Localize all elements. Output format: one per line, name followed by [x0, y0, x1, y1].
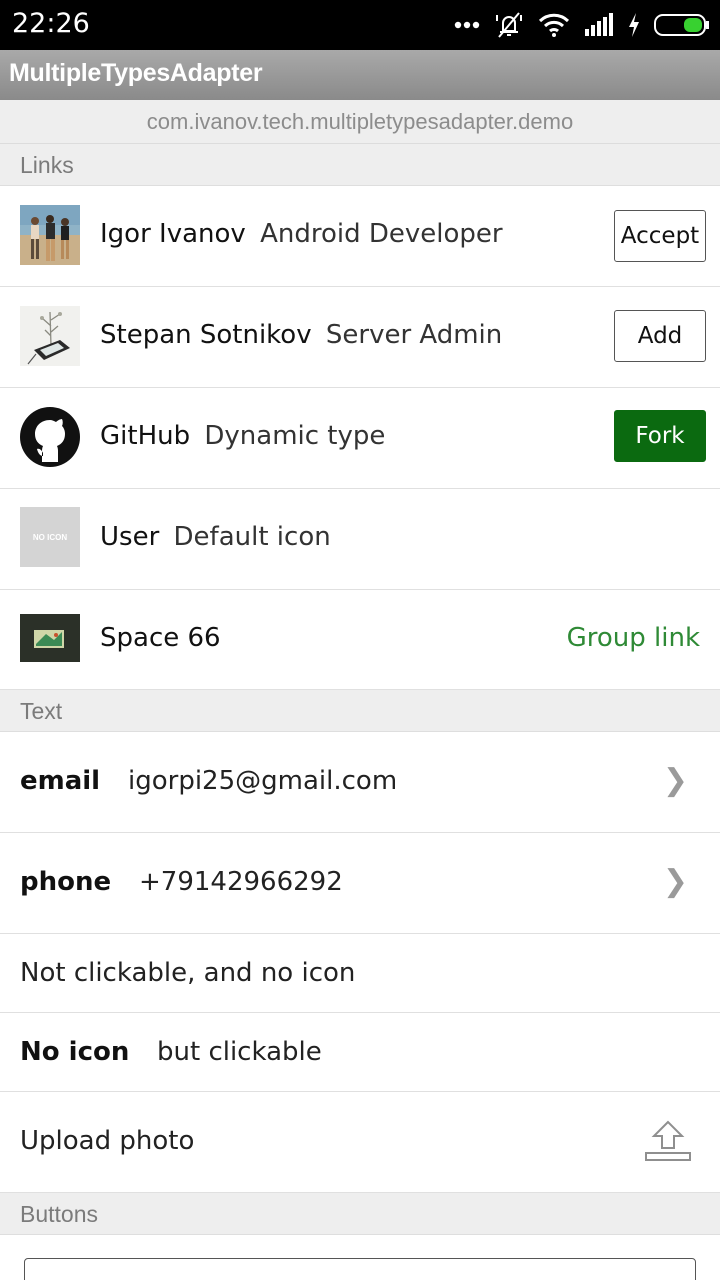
link-row-stepan[interactable]: Stepan Sotnikov Server Admin Add	[0, 287, 720, 388]
link-row-igor[interactable]: Igor Ivanov Android Developer Accept	[0, 186, 720, 287]
action-bar: MultipleTypesAdapter	[0, 50, 720, 100]
link-title: GitHub Dynamic type	[100, 421, 385, 451]
more-dots-icon	[454, 21, 480, 29]
github-icon	[20, 407, 80, 467]
link-title: Igor Ivanov Android Developer	[100, 219, 503, 249]
link-row-space66[interactable]: Space 66 Group link	[0, 590, 720, 690]
link-name: Igor Ivanov	[100, 219, 246, 249]
phone-value: +79142966292	[139, 867, 343, 897]
link-name: GitHub	[100, 421, 191, 451]
section-header-text: Text	[0, 690, 720, 732]
status-bar: 22:26	[0, 0, 720, 50]
phone-row[interactable]: phone +79142966292 ❯	[0, 833, 720, 934]
partial-button[interactable]	[24, 1258, 696, 1280]
status-time: 22:26	[12, 8, 90, 39]
package-name: com.ivanov.tech.multipletypesadapter.dem…	[146, 109, 574, 134]
chevron-right-icon: ❯	[662, 763, 688, 798]
upload-icon[interactable]	[644, 1120, 692, 1162]
photo-people-icon	[20, 205, 80, 265]
link-title: User Default icon	[100, 522, 331, 552]
accept-button[interactable]: Accept	[614, 210, 706, 262]
section-title: Links	[20, 152, 74, 178]
app-title: MultipleTypesAdapter	[9, 59, 263, 87]
status-icons	[454, 10, 710, 40]
link-title: Stepan Sotnikov Server Admin	[100, 320, 502, 350]
no-icon-label: NO ICON	[32, 532, 68, 542]
battery-icon	[654, 14, 709, 36]
link-name: Space 66	[100, 623, 221, 653]
link-title: Space 66	[100, 623, 221, 653]
photo-phone-icon	[20, 306, 80, 366]
section-header-links: Links	[0, 144, 720, 186]
plain-text: Not clickable, and no icon	[20, 958, 356, 988]
link-desc: Default icon	[173, 522, 331, 552]
signal-icon	[585, 13, 613, 36]
email-value: igorpi25@gmail.com	[128, 766, 398, 796]
wifi-icon	[538, 13, 570, 37]
no-icon-row[interactable]: No icon but clickable	[0, 1013, 720, 1092]
silent-bell-icon	[496, 12, 522, 38]
link-name: User	[100, 522, 160, 552]
fork-button[interactable]: Fork	[614, 410, 706, 462]
link-desc: Dynamic type	[204, 421, 386, 451]
add-button[interactable]: Add	[614, 310, 706, 362]
upload-photo-row[interactable]: Upload photo	[0, 1092, 720, 1193]
link-desc: Server Admin	[325, 320, 503, 350]
section-header-buttons: Buttons	[0, 1193, 720, 1235]
phone-label: phone	[20, 867, 112, 897]
no-icon-value: but clickable	[157, 1037, 322, 1067]
link-name: Stepan Sotnikov	[100, 320, 312, 350]
section-title: Buttons	[20, 1201, 98, 1227]
photo-space-icon	[20, 614, 80, 662]
link-desc: Android Developer	[260, 219, 503, 249]
plain-text-row: Not clickable, and no icon	[0, 934, 720, 1013]
no-icon-placeholder: NO ICON	[20, 507, 80, 567]
link-row-github[interactable]: GitHub Dynamic type Fork	[0, 388, 720, 489]
email-label: email	[20, 766, 101, 796]
link-row-user[interactable]: NO ICON User Default icon	[0, 489, 720, 590]
section-title: Text	[20, 698, 63, 724]
no-icon-label: No icon	[20, 1037, 130, 1067]
email-row[interactable]: email igorpi25@gmail.com ❯	[0, 732, 720, 833]
group-link[interactable]: Group link	[567, 623, 700, 653]
upload-photo-label: Upload photo	[20, 1126, 195, 1156]
package-bar: com.ivanov.tech.multipletypesadapter.dem…	[0, 100, 720, 144]
charging-icon	[629, 13, 639, 37]
chevron-right-icon: ❯	[662, 864, 688, 899]
